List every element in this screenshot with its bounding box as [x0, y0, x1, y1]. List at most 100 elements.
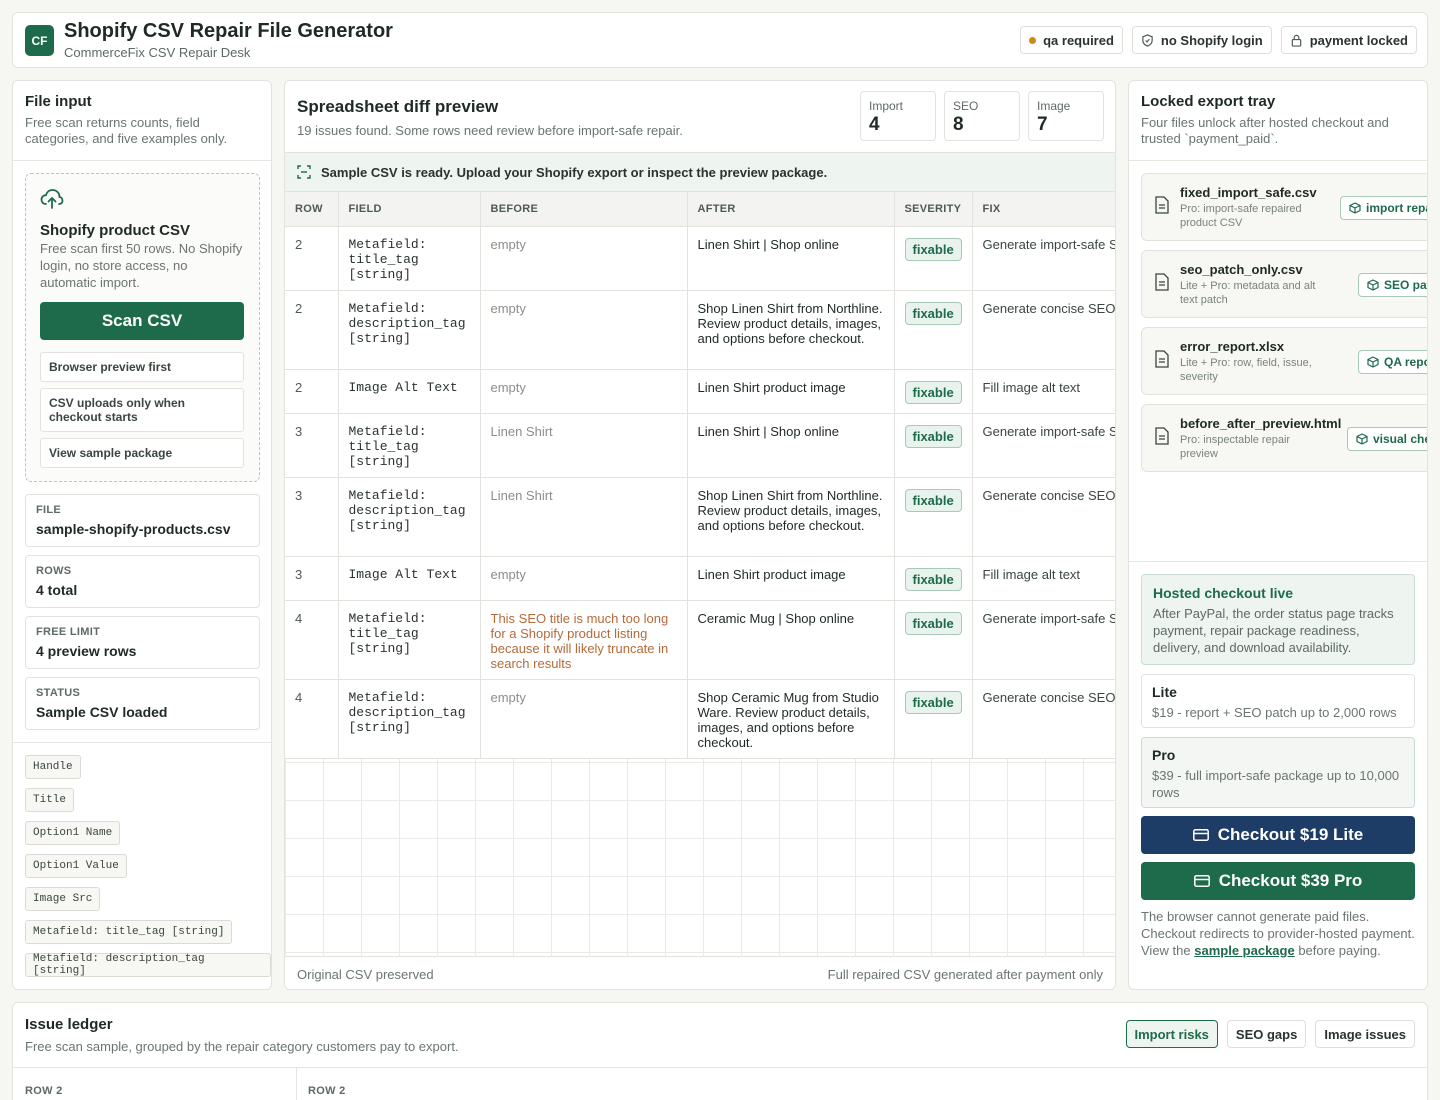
after-cell: Linen Shirt | Shop online [687, 413, 895, 478]
file-description: Pro: import-safe repaired product CSV [1180, 203, 1302, 229]
lock-icon [1291, 34, 1302, 47]
before-cell: empty [480, 679, 688, 759]
after-cell: Shop Ceramic Mug from Studio Ware. Revie… [687, 679, 895, 759]
rows-info: ROWS 4 total [25, 555, 260, 608]
fix-cell: Generate import-safe SEO title [972, 226, 1115, 291]
column-header[interactable]: FIELD [338, 192, 481, 227]
tag-label: import repair [1366, 201, 1427, 215]
stat-value: 4 [869, 114, 880, 135]
severity-badge: fixable [904, 488, 962, 512]
export-file-card[interactable]: seo_patch_only.csv Lite + Pro: metadata a… [1141, 250, 1427, 318]
field-cell: Metafield: description_tag [string] [338, 290, 481, 370]
row-cell: 3 [285, 477, 339, 557]
file-name: seo_patch_only.csv [1180, 262, 1303, 277]
export-file-card[interactable]: error_report.xlsx Lite + Pro: row, field,… [1141, 327, 1427, 395]
checkout-pro-button[interactable]: Checkout $39 Pro [1141, 862, 1415, 900]
fix-cell: Fill image alt text [972, 369, 1115, 414]
severity-cell: fixable [894, 477, 973, 557]
before-cell: This SEO title is much too long for a Sh… [480, 600, 688, 680]
plan-lite[interactable]: Lite $19 - report + SEO patch up to 2,00… [1141, 674, 1415, 728]
panel-subtitle: Free scan sample, grouped by the repair … [25, 1039, 459, 1054]
no-shopify-login-badge: no Shopify login [1131, 26, 1272, 54]
table-row[interactable]: 2 Metafield: title_tag [string] empty Linen… [285, 226, 1115, 291]
field-chip: Option1 Value [25, 854, 127, 878]
hosted-body: After PayPal, the order status page trac… [1153, 606, 1394, 655]
field-chip: Metafield: title_tag [string] [25, 920, 233, 944]
sample-package-link[interactable]: sample package [1194, 943, 1294, 958]
file-name: error_report.xlsx [1180, 339, 1285, 354]
row-cell: 2 [285, 226, 339, 291]
notice-text: Sample CSV is ready. Upload your Shopify… [321, 164, 828, 180]
fix-cell: Generate concise SEO description [972, 477, 1115, 557]
dropzone-title: Shopify product CSV [40, 222, 190, 239]
file-category-tag: SEO patch [1358, 273, 1427, 297]
severity-cell: fixable [894, 600, 973, 680]
column-header[interactable]: SEVERITY [894, 192, 973, 227]
view-sample-package-link[interactable]: View sample package [40, 438, 244, 468]
table-row[interactable]: 2 Metafield: description_tag [string] empt… [285, 290, 1115, 370]
table-row[interactable]: 2 Image Alt Text empty Linen Shirt product … [285, 369, 1115, 414]
file-name: fixed_import_safe.csv [1180, 185, 1317, 200]
after-cell: Shop Linen Shirt from Northline. Review … [687, 290, 895, 370]
severity-cell: fixable [894, 556, 973, 601]
browser-preview-option[interactable]: Browser preview first [40, 352, 244, 382]
export-file-card[interactable]: before_after_preview.html Pro: inspectabl… [1141, 404, 1427, 472]
before-cell: Linen Shirt [480, 413, 688, 478]
info-label: FILE [36, 504, 62, 516]
csv-dropzone[interactable]: Shopify product CSV Free scan first 50 r… [25, 173, 260, 482]
after-cell: Linen Shirt | Shop online [687, 226, 895, 291]
fix-cell: Generate import-safe SEO title [972, 600, 1115, 680]
file-category-tag: import repair [1340, 196, 1427, 220]
column-header[interactable]: BEFORE [480, 192, 688, 227]
panel-subtitle: 19 issues found. Some rows need review b… [297, 123, 683, 138]
tag-label: visual check [1373, 432, 1427, 446]
severity-badge: fixable [904, 380, 962, 404]
row-cell: 4 [285, 600, 339, 680]
severity-badge: fixable [904, 611, 962, 635]
row-cell: 3 [285, 413, 339, 478]
plan-name: Lite [1152, 684, 1177, 700]
table-row[interactable]: 3 Metafield: title_tag [string] Linen Shir… [285, 413, 1115, 478]
note-text: before paying. [1294, 943, 1381, 958]
payment-note: The browser cannot generate paid files. … [1141, 908, 1417, 959]
tab-image-issues[interactable]: Image issues [1315, 1020, 1415, 1048]
stat-value: 7 [1037, 114, 1048, 135]
app-header: CF Shopify CSV Repair File Generator Com… [12, 12, 1428, 68]
fix-cell: Generate concise SEO description [972, 290, 1115, 370]
tab-import-risks[interactable]: Import risks [1125, 1020, 1218, 1048]
table-row[interactable]: 3 Metafield: description_tag [string] Line… [285, 477, 1115, 557]
field-chip: Metafield: description_tag [string] [25, 953, 271, 977]
file-input-panel: File input Free scan returns counts, fie… [12, 80, 272, 990]
row-cell: 2 [285, 369, 339, 414]
footer-right-text: Full repaired CSV generated after paymen… [827, 966, 1103, 982]
file-category-tag: QA report [1358, 350, 1427, 374]
payment-locked-badge: payment locked [1280, 26, 1417, 54]
column-header[interactable]: FIX [972, 192, 1115, 227]
checkout-lite-button[interactable]: Checkout $19 Lite [1141, 816, 1415, 854]
row-cell: 3 [285, 556, 339, 601]
severity-badge: fixable [904, 567, 962, 591]
hosted-title: Hosted checkout live [1153, 585, 1294, 601]
qa-required-badge: qa required [1020, 26, 1123, 54]
field-chip: Image Src [25, 887, 101, 911]
info-label: STATUS [36, 687, 81, 699]
diff-footer: Original CSV preserved Full repaired CSV… [285, 956, 1115, 989]
csv-upload-option[interactable]: CSV uploads only when checkout starts [40, 388, 244, 432]
table-row[interactable]: 4 Metafield: title_tag [string] This SEO t… [285, 600, 1115, 680]
scan-csv-button[interactable]: Scan CSV [40, 302, 244, 340]
column-header[interactable]: AFTER [687, 192, 895, 227]
column-header[interactable]: ROW [285, 192, 339, 227]
dropzone-description: Free scan first 50 rows. No Shopify logi… [40, 241, 243, 290]
plan-pro[interactable]: Pro $39 - full import-safe package up to… [1141, 737, 1415, 808]
before-cell: empty [480, 290, 688, 370]
plan-desc: $39 - full import-safe package up to 10,… [1152, 768, 1400, 800]
app-subtitle: CommerceFix CSV Repair Desk [64, 45, 251, 60]
table-row[interactable]: 4 Metafield: description_tag [string] empt… [285, 679, 1115, 759]
table-row[interactable]: 3 Image Alt Text empty Linen Shirt product … [285, 556, 1115, 601]
image-stat: Image 7 [1028, 91, 1104, 141]
field-cell: Metafield: description_tag [string] [338, 477, 481, 557]
tab-seo-gaps[interactable]: SEO gaps [1226, 1020, 1307, 1048]
info-value: 4 preview rows [36, 643, 137, 659]
export-file-card[interactable]: fixed_import_safe.csv Pro: import-safe re… [1141, 173, 1427, 241]
credit-card-icon [1193, 875, 1210, 887]
